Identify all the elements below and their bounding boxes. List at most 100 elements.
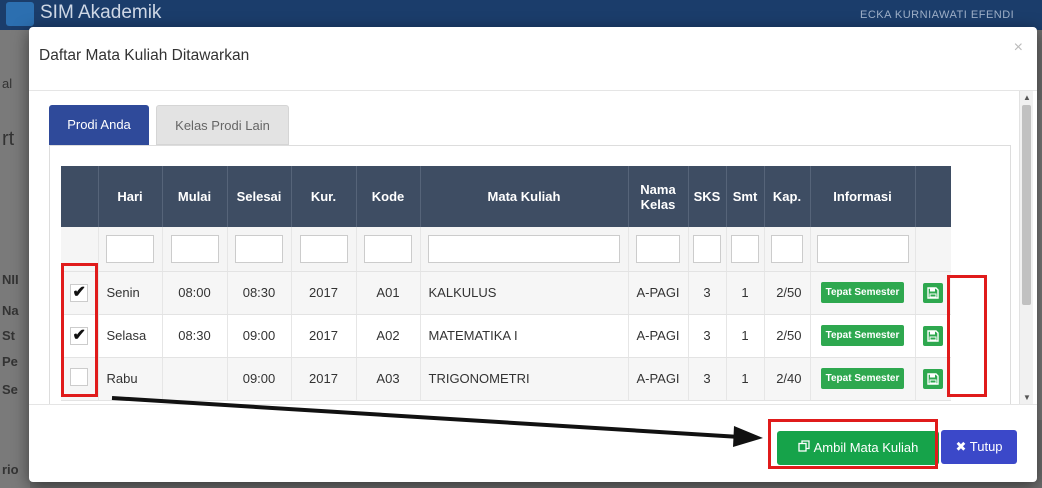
informasi-cell: Tepat Semester xyxy=(810,314,916,358)
kode-cell: A03 xyxy=(356,357,421,401)
tab-prodi-anda[interactable]: Prodi Anda xyxy=(49,105,149,145)
save-button[interactable] xyxy=(923,368,944,389)
modal-body: Prodi Anda Kelas Prodi Lain Hari Mulai S… xyxy=(29,91,1019,404)
kur-cell: 2017 xyxy=(291,271,357,315)
column-header-kur[interactable]: Kur. xyxy=(291,166,357,227)
filter-cell xyxy=(688,227,727,272)
mata-kuliah-cell: KALKULUS xyxy=(420,271,629,315)
hari-cell: Rabu xyxy=(98,357,163,401)
filter-input-kap[interactable] xyxy=(771,234,803,263)
app-title: SIM Akademik xyxy=(40,2,162,23)
background-topbar: SIM Akademik ECKA KURNIAWATI EFENDI xyxy=(0,0,1042,30)
modal-header: Daftar Mata Kuliah Ditawarkan × xyxy=(29,27,1037,91)
filter-cell xyxy=(726,227,765,272)
filter-input-selesai[interactable] xyxy=(235,234,283,263)
user-name: ECKA KURNIAWATI EFENDI xyxy=(860,9,1015,21)
informasi-cell: Tepat Semester xyxy=(810,357,916,401)
filter-cell xyxy=(915,227,951,272)
select-cell xyxy=(61,357,99,401)
column-header-nama-kelas[interactable]: Nama Kelas xyxy=(628,166,689,227)
row-checkbox[interactable]: ✔ xyxy=(70,326,89,345)
save-button[interactable] xyxy=(923,325,944,346)
column-header-kode[interactable]: Kode xyxy=(356,166,421,227)
background-sidebar xyxy=(0,30,30,488)
mata-kuliah-cell: TRIGONOMETRI xyxy=(420,357,629,401)
bg-fragment: Se xyxy=(2,382,18,397)
tutup-button[interactable]: ✖ Tutup xyxy=(941,430,1017,464)
close-icon[interactable]: × xyxy=(1014,39,1023,57)
kode-cell: A01 xyxy=(356,271,421,315)
tutup-label: Tutup xyxy=(969,439,1003,454)
filter-input-nama-kelas[interactable] xyxy=(636,234,680,263)
status-badge: Tepat Semester xyxy=(820,282,905,303)
column-header-select xyxy=(61,166,99,227)
status-badge: Tepat Semester xyxy=(820,325,905,346)
filter-row xyxy=(61,227,951,272)
bg-fragment: St xyxy=(2,328,15,343)
x-icon: ✖ xyxy=(955,439,967,454)
sks-cell: 3 xyxy=(688,271,727,315)
kap-cell: 2/50 xyxy=(764,271,811,315)
selesai-cell: 09:00 xyxy=(227,314,292,358)
ambil-mata-kuliah-button[interactable]: Ambil Mata Kuliah xyxy=(777,431,939,465)
tab-content: Hari Mulai Selesai Kur. Kode Mata Kuliah… xyxy=(49,145,1011,404)
filter-cell xyxy=(61,227,99,272)
column-header-kap[interactable]: Kap. xyxy=(764,166,811,227)
course-offer-modal: Daftar Mata Kuliah Ditawarkan × Prodi An… xyxy=(29,27,1037,482)
bg-fragment: rt xyxy=(2,128,15,150)
filter-input-kode[interactable] xyxy=(364,234,412,263)
filter-input-sks[interactable] xyxy=(693,234,721,263)
nama-kelas-cell: A-PAGI xyxy=(628,271,689,315)
copy-icon xyxy=(797,440,810,455)
filter-cell xyxy=(628,227,689,272)
bg-fragment: rio xyxy=(2,462,19,477)
modal-footer: Ambil Mata Kuliah ✖ Tutup xyxy=(29,404,1037,482)
table-row: Rabu 09:00 2017 A03 TRIGONOMETRI A-PAGI … xyxy=(61,357,951,401)
column-header-selesai[interactable]: Selesai xyxy=(227,166,292,227)
sks-cell: 3 xyxy=(688,357,727,401)
filter-cell xyxy=(810,227,916,272)
column-header-sks[interactable]: SKS xyxy=(688,166,727,227)
column-header-mulai[interactable]: Mulai xyxy=(162,166,228,227)
status-badge: Tepat Semester xyxy=(820,368,905,389)
floppy-disk-icon xyxy=(927,286,939,299)
action-cell xyxy=(915,314,951,358)
column-header-smt[interactable]: Smt xyxy=(726,166,765,227)
informasi-cell: Tepat Semester xyxy=(810,271,916,315)
modal-title: Daftar Mata Kuliah Ditawarkan xyxy=(39,47,250,64)
select-cell: ✔ xyxy=(61,271,99,315)
mata-kuliah-cell: MATEMATIKA I xyxy=(420,314,629,358)
column-header-informasi[interactable]: Informasi xyxy=(810,166,916,227)
column-header-mata-kuliah[interactable]: Mata Kuliah xyxy=(420,166,629,227)
smt-cell: 1 xyxy=(726,357,765,401)
filter-cell xyxy=(356,227,421,272)
mulai-cell xyxy=(162,357,228,401)
filter-cell xyxy=(764,227,811,272)
scroll-down-arrow-icon[interactable]: ▼ xyxy=(1023,393,1031,402)
column-header-action xyxy=(915,166,951,227)
kap-cell: 2/40 xyxy=(764,357,811,401)
scrollbar-thumb[interactable] xyxy=(1022,105,1031,305)
filter-input-mulai[interactable] xyxy=(170,234,219,263)
filter-input-mata-kuliah[interactable] xyxy=(428,234,620,263)
smt-cell: 1 xyxy=(726,314,765,358)
modal-scrollbar[interactable]: ▲ ▼ xyxy=(1019,91,1033,404)
column-header-hari[interactable]: Hari xyxy=(98,166,163,227)
nama-kelas-cell: A-PAGI xyxy=(628,314,689,358)
action-cell xyxy=(915,271,951,315)
filter-input-kur[interactable] xyxy=(299,234,348,263)
sks-cell: 3 xyxy=(688,314,727,358)
row-checkbox[interactable] xyxy=(70,368,89,386)
filter-input-smt[interactable] xyxy=(731,234,759,263)
tab-kelas-prodi-lain[interactable]: Kelas Prodi Lain xyxy=(156,105,289,145)
table-header-row: Hari Mulai Selesai Kur. Kode Mata Kuliah… xyxy=(61,166,951,227)
filter-cell xyxy=(98,227,163,272)
scroll-up-arrow-icon[interactable]: ▲ xyxy=(1023,93,1031,102)
table-row: ✔ Senin 08:00 08:30 2017 A01 KALKULUS A-… xyxy=(61,271,951,315)
floppy-disk-icon xyxy=(927,329,939,342)
filter-input-hari[interactable] xyxy=(106,234,154,263)
filter-input-informasi[interactable] xyxy=(816,234,909,263)
bg-fragment: al xyxy=(2,76,13,91)
save-button[interactable] xyxy=(923,282,944,303)
row-checkbox[interactable]: ✔ xyxy=(70,283,89,302)
